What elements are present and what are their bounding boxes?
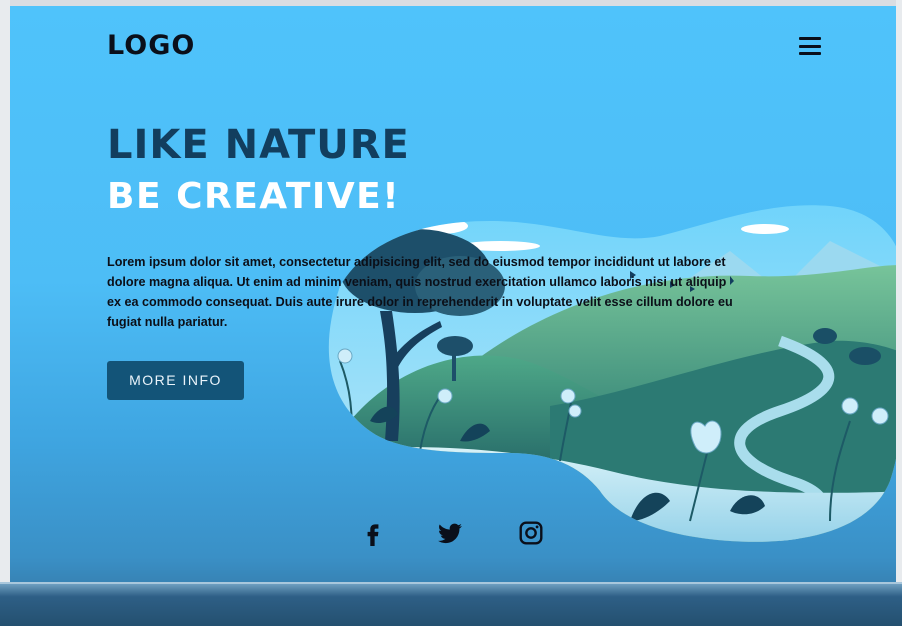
hero-subtitle: BE CREATIVE! xyxy=(107,176,401,217)
hero-title: LIKE NATURE xyxy=(107,122,410,168)
facebook-icon[interactable] xyxy=(360,520,386,546)
frame-right-edge xyxy=(896,0,902,624)
bottom-bar xyxy=(0,582,902,626)
twitter-icon[interactable] xyxy=(437,520,463,546)
more-info-button[interactable]: MORE INFO xyxy=(107,361,244,400)
logo[interactable]: LOGO xyxy=(107,30,195,61)
nature-landscape-illustration xyxy=(328,205,896,542)
menu-line xyxy=(799,44,821,48)
hamburger-menu-icon[interactable] xyxy=(799,37,821,55)
instagram-icon[interactable] xyxy=(518,520,544,546)
frame-left-edge xyxy=(0,0,10,624)
landing-page: LOGO LIKE NATURE BE CREATIVE! Lorem ipsu… xyxy=(10,6,896,618)
menu-line xyxy=(799,37,821,40)
hero-paragraph: Lorem ipsum dolor sit amet, consectetur … xyxy=(107,255,733,329)
menu-line xyxy=(799,52,821,55)
